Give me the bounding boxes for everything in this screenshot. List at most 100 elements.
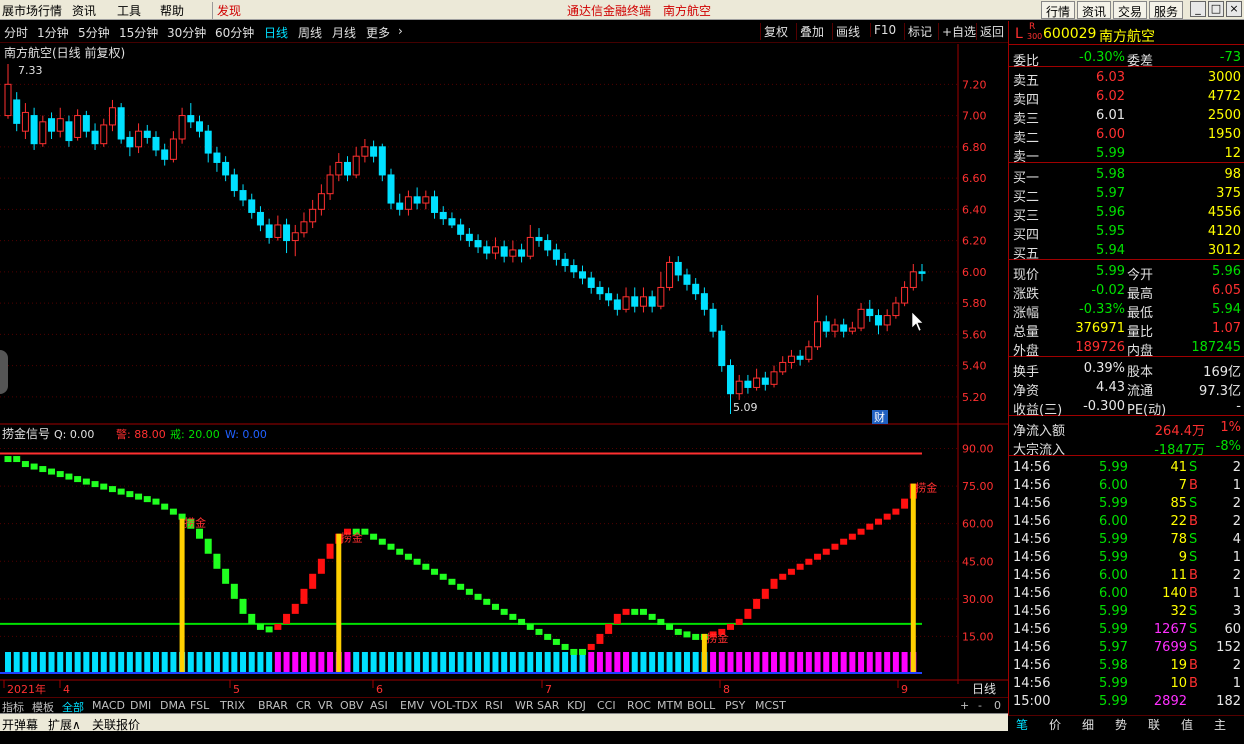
indicator-tab-6[interactable]: FSL — [190, 699, 209, 712]
indicator-tab-15[interactable]: RSI — [485, 699, 503, 712]
indicator-name[interactable]: 捞金信号 — [2, 426, 50, 441]
quote-tab-4[interactable]: 联 — [1148, 716, 1160, 733]
period-monthly[interactable]: 月线 — [332, 24, 356, 41]
indicator-bottom-bar — [248, 652, 255, 672]
indicator-tab-3[interactable]: MACD — [92, 699, 125, 712]
candle-body — [39, 121, 47, 145]
indicator-tab-12[interactable]: ASI — [370, 699, 388, 712]
indicator-tab-8[interactable]: BRAR — [258, 699, 288, 712]
adjust-button[interactable]: 复权 — [760, 23, 791, 40]
indicator-tab-5[interactable]: DMA — [160, 699, 186, 712]
expand-button[interactable]: 扩展∧ — [48, 716, 81, 733]
indicator-tab-16[interactable]: WR — [515, 699, 534, 712]
maximize-icon[interactable]: □ — [1208, 1, 1224, 17]
chevron-right-icon[interactable]: › — [398, 24, 403, 38]
period-5min[interactable]: 5分钟 — [78, 24, 110, 41]
indicator-bottom-bar — [657, 652, 664, 672]
stat-value: -0.33% — [1079, 302, 1125, 317]
period-daily[interactable]: 日线 — [264, 24, 288, 41]
weicha-label: 委差 — [1127, 54, 1154, 69]
indicator-step — [483, 598, 491, 605]
stat-value: 169亿 — [1203, 365, 1241, 380]
indicator-step — [683, 631, 691, 638]
indicator-tab-17[interactable]: SAR — [537, 699, 559, 712]
fin-badge[interactable]: 财 — [874, 410, 885, 424]
indicator-ytick: 90.00 — [962, 443, 994, 456]
indicator-tab-20[interactable]: ROC — [627, 699, 651, 712]
period-intraday[interactable]: 分时 — [4, 24, 28, 41]
candle-body — [491, 246, 499, 254]
indicator-step — [204, 538, 212, 554]
indicator-tab-7[interactable]: TRIX — [220, 699, 245, 712]
x-axis-period[interactable]: 日线 — [972, 682, 996, 696]
draw-button[interactable]: 画线 — [832, 23, 863, 40]
indicator-tab-10[interactable]: VR — [318, 699, 333, 712]
barrage-button[interactable]: 开弹幕 — [2, 716, 38, 733]
related-quote-button[interactable]: 关联报价 — [92, 716, 140, 733]
period-15min[interactable]: 15分钟 — [119, 24, 158, 41]
menu-tools[interactable]: 工具 — [117, 2, 141, 19]
indicator-bottom-bar — [553, 652, 560, 672]
quote-tab-1[interactable]: 价 — [1049, 716, 1061, 733]
stat-value: 187245 — [1191, 340, 1241, 355]
menu-news[interactable]: 资讯 — [72, 2, 96, 19]
period-weekly[interactable]: 周线 — [298, 24, 322, 41]
indicator-tab-22[interactable]: BOLL — [687, 699, 715, 712]
indicator-step — [552, 638, 560, 645]
indicator-tab-14[interactable]: VOL-TDX — [430, 699, 478, 712]
quote-tab-5[interactable]: 值 — [1181, 716, 1193, 733]
menu-discover[interactable]: 发现 — [212, 2, 241, 19]
period-60min[interactable]: 60分钟 — [215, 24, 254, 41]
indicator-alert: 戒: 20.00 — [170, 428, 220, 441]
f10-button[interactable]: F10 — [870, 23, 899, 37]
back-button[interactable]: 返回 — [976, 23, 1007, 40]
top-trade-button[interactable]: 交易 — [1113, 1, 1148, 19]
candle-body — [404, 196, 412, 210]
tick-time: 14:56 — [1013, 586, 1051, 601]
sell-row: 卖五 6.03 3000 — [1009, 69, 1244, 89]
indicator-tab-9[interactable]: CR — [296, 699, 311, 712]
period-1min[interactable]: 1分钟 — [37, 24, 69, 41]
indicator-tab-24[interactable]: MCST — [755, 699, 786, 712]
indicator-tab-19[interactable]: CCI — [597, 699, 616, 712]
top-quote-button[interactable]: 行情 — [1041, 1, 1076, 19]
menu-help[interactable]: 帮助 — [160, 2, 184, 19]
quote-tab-3[interactable]: 势 — [1115, 716, 1127, 733]
zoom-control-1[interactable]: - — [978, 699, 982, 712]
top-service-button[interactable]: 服务 — [1149, 1, 1184, 19]
top-news-button[interactable]: 资讯 — [1077, 1, 1112, 19]
mark-button[interactable]: 标记 — [904, 23, 935, 40]
candle-body — [883, 315, 891, 326]
indicator-step — [422, 563, 430, 570]
close-icon[interactable]: × — [1226, 1, 1242, 17]
menu-market[interactable]: 展市场行情 — [2, 2, 62, 19]
indicator-tab-4[interactable]: DMI — [130, 699, 151, 712]
quote-tab-2[interactable]: 细 — [1082, 716, 1094, 733]
minimize-icon[interactable]: _ — [1190, 1, 1206, 17]
indicator-tab-18[interactable]: KDJ — [567, 699, 586, 712]
indicator-tab-23[interactable]: PSY — [725, 699, 745, 712]
indicator-tab-11[interactable]: OBV — [340, 699, 363, 712]
indicator-step — [639, 608, 647, 615]
indicator-tab-13[interactable]: EMV — [400, 699, 424, 712]
zoom-control-0[interactable]: + — [960, 699, 969, 712]
indicator-bottom-bar — [318, 652, 325, 672]
chart-area[interactable]: 7.20 7.00 6.80 6.60 6.40 6.20 6.00 5.80 5.60 5.40… — [0, 44, 1008, 698]
indicator-tab-21[interactable]: MTM — [657, 699, 683, 712]
overlay-button[interactable]: 叠加 — [796, 23, 827, 40]
add-watchlist-button[interactable]: +自选 — [938, 23, 979, 40]
indicator-bottom-bar — [440, 652, 447, 672]
main-chart-bg — [0, 44, 1008, 424]
tick-row: 14:56 5.99 78 S 4 — [1009, 531, 1244, 549]
quote-tab-6[interactable]: 主 — [1214, 716, 1226, 733]
zoom-control-2[interactable]: 0 — [994, 699, 1001, 712]
period-more[interactable]: 更多 — [366, 24, 390, 41]
stat-label: PE(动) — [1127, 403, 1167, 418]
indicator-bottom-bar — [492, 652, 499, 672]
quote-tab-0[interactable]: 笔 — [1016, 716, 1028, 733]
side-collapse-handle[interactable] — [0, 350, 8, 394]
indicator-bottom-bar — [196, 652, 203, 672]
candle-body — [814, 321, 822, 348]
indicator-bottom-bar — [274, 652, 281, 672]
period-30min[interactable]: 30分钟 — [167, 24, 206, 41]
